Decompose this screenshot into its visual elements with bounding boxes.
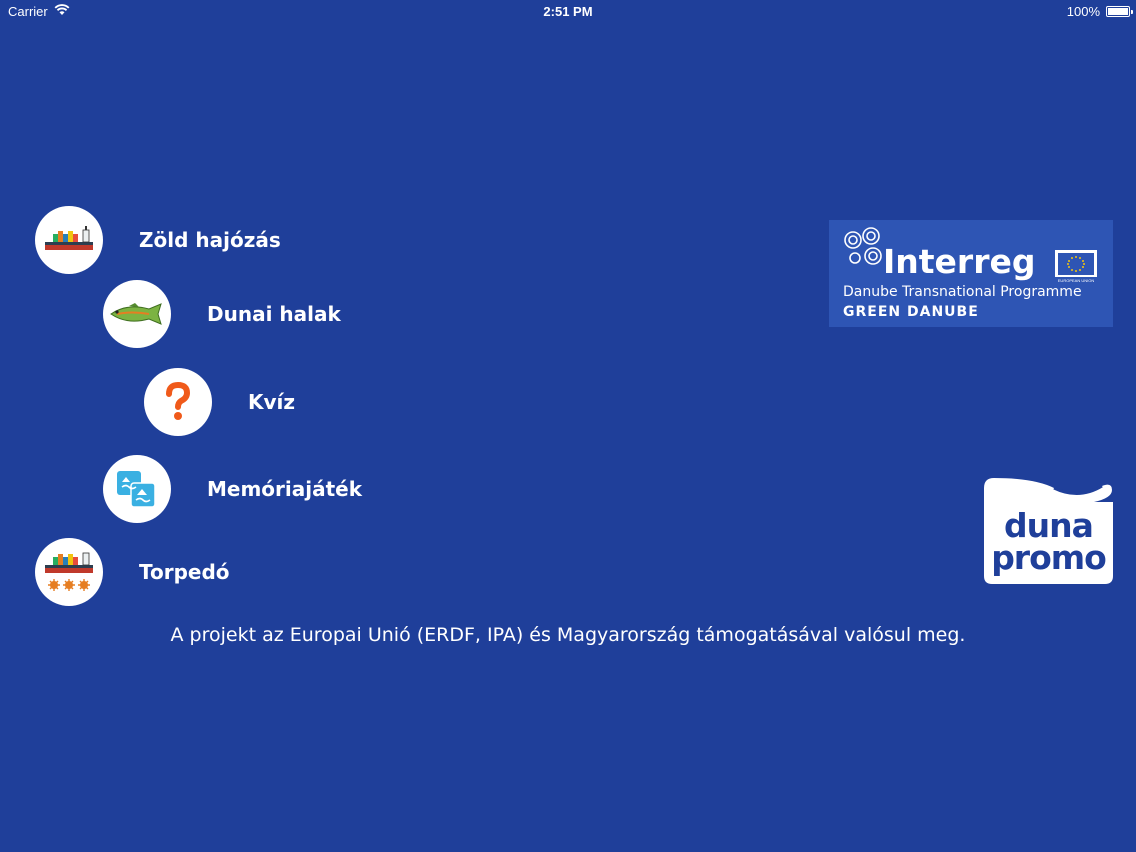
dunapromo-logo: duna promo	[984, 478, 1113, 584]
menu-label: Torpedó	[139, 560, 230, 584]
eu-flag-icon	[1055, 250, 1097, 277]
project-name: GREEN DANUBE	[843, 304, 979, 320]
menu-item-kviz[interactable]: Kvíz	[144, 368, 295, 436]
ship-mines-icon	[35, 538, 103, 606]
ship-icon	[35, 206, 103, 274]
eu-caption: EUROPEAN UNION	[1057, 278, 1095, 283]
menu-label: Dunai halak	[207, 302, 341, 326]
dunapromo-word-promo: promo	[991, 538, 1107, 577]
interreg-subtitle: Danube Transnational Programme	[843, 284, 1082, 300]
menu-label: Zöld hajózás	[139, 228, 281, 252]
menu-item-torpedo[interactable]: Torpedó	[35, 538, 230, 606]
battery-percent: 100%	[1066, 4, 1100, 19]
status-bar: Carrier 2:51 PM 100%	[0, 0, 1136, 24]
menu-item-memoriajatek[interactable]: Memóriajáték	[103, 455, 362, 523]
menu-item-dunai-halak[interactable]: Dunai halak	[103, 280, 341, 348]
menu-item-zold-hajozas[interactable]: Zöld hajózás	[35, 206, 281, 274]
clock: 2:51 PM	[543, 4, 593, 19]
menu-label: Memóriajáték	[207, 477, 363, 501]
interreg-logo: Interreg EUROPEAN UNION Danube Transnati…	[829, 220, 1113, 327]
fish-icon	[103, 280, 171, 348]
question-icon	[144, 368, 212, 436]
memory-cards-icon	[103, 455, 171, 523]
interreg-title: Interreg	[883, 242, 1036, 281]
funding-notice: A projekt az Europai Unió (ERDF, IPA) és…	[170, 624, 966, 646]
battery-icon	[1106, 6, 1133, 17]
menu-label: Kvíz	[248, 390, 296, 414]
interreg-waves-icon	[844, 227, 882, 265]
